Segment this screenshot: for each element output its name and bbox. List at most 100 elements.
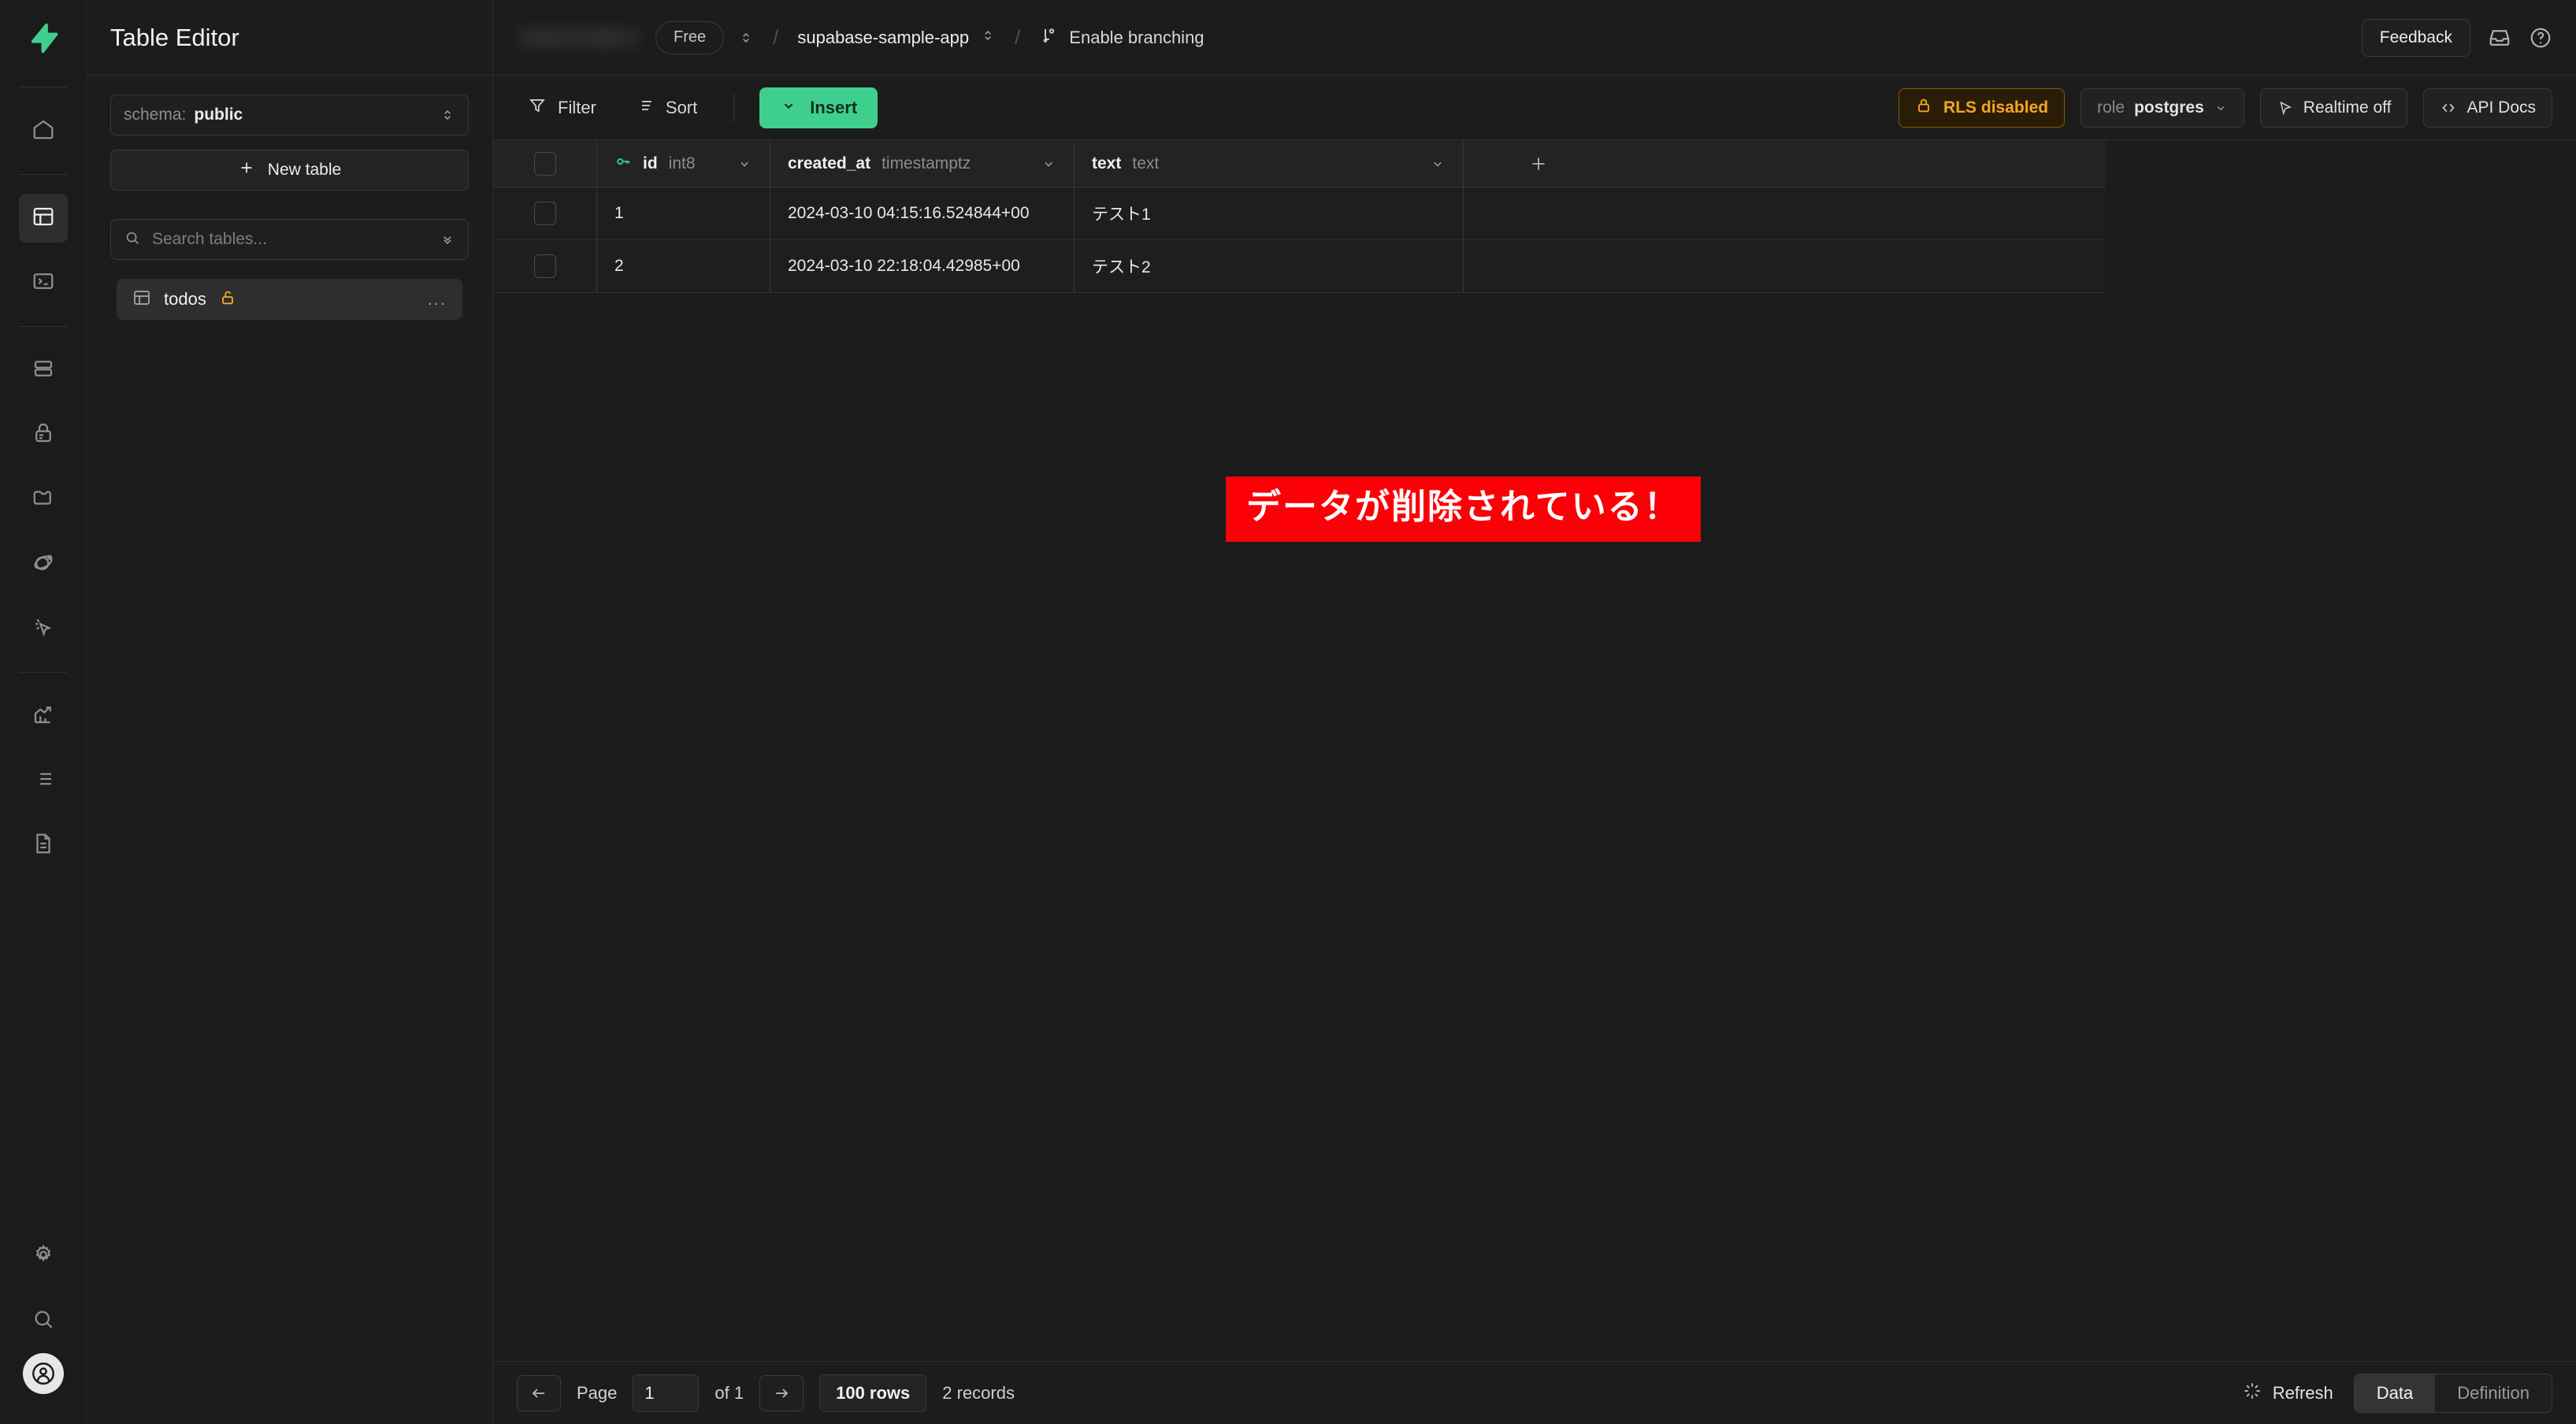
cell-id[interactable]: 1 bbox=[597, 187, 770, 239]
refresh-button[interactable]: Refresh bbox=[2243, 1381, 2333, 1405]
rail-item-search[interactable] bbox=[19, 1296, 68, 1345]
new-table-button[interactable]: New table bbox=[110, 150, 469, 191]
supabase-logo[interactable] bbox=[0, 0, 86, 76]
chevron-down-icon[interactable] bbox=[737, 156, 752, 172]
tab-data[interactable]: Data bbox=[2354, 1374, 2436, 1412]
unlocked-padlock-icon bbox=[219, 289, 236, 310]
org-chevron-up-down-icon[interactable] bbox=[738, 30, 754, 46]
help-circle-icon[interactable] bbox=[2529, 26, 2552, 50]
rail-item-table-editor[interactable] bbox=[18, 194, 68, 243]
column-type: text bbox=[1132, 154, 1160, 172]
add-column-button[interactable] bbox=[1464, 140, 1613, 187]
breadcrumb-separator: / bbox=[1015, 25, 1021, 49]
row-checkbox[interactable] bbox=[533, 254, 556, 278]
realtime-label: Realtime off bbox=[2303, 98, 2392, 117]
row-select-cell[interactable] bbox=[493, 187, 597, 239]
rail-item-home[interactable] bbox=[19, 106, 68, 155]
view-mode-toggle: Data Definition bbox=[2353, 1373, 2552, 1413]
enable-branching-label: Enable branching bbox=[1069, 27, 1204, 47]
toolbar-right-actions: RLS disabled role postgres Realtime off bbox=[1899, 87, 2552, 128]
rls-disabled-button[interactable]: RLS disabled bbox=[1899, 87, 2066, 128]
rail-item-logs[interactable] bbox=[19, 756, 68, 805]
search-tables-input[interactable] bbox=[152, 230, 429, 249]
toolbar-divider bbox=[733, 93, 735, 122]
table-row[interactable]: 2 2024-03-10 22:18:04.42985+00 テスト2 bbox=[493, 240, 2106, 293]
select-all-header-cell[interactable] bbox=[493, 140, 597, 187]
top-bar: Free / supabase-sample-app / Enable bran… bbox=[493, 0, 2576, 76]
enable-branching-button[interactable]: Enable branching bbox=[1039, 26, 1204, 50]
cell-text[interactable]: テスト2 bbox=[1075, 240, 1464, 292]
table-list-item-todos[interactable]: todos ... bbox=[117, 279, 462, 320]
folder-icon bbox=[32, 486, 55, 514]
breadcrumb-project[interactable]: supabase-sample-app bbox=[797, 28, 996, 48]
home-icon bbox=[32, 117, 55, 145]
tab-definition[interactable]: Definition bbox=[2435, 1374, 2552, 1412]
rail-item-reports[interactable] bbox=[19, 692, 68, 740]
list-icon bbox=[32, 767, 55, 795]
rail-item-authentication[interactable] bbox=[19, 410, 68, 459]
annotation-banner: データが削除されている！ bbox=[1226, 477, 1701, 542]
feedback-button[interactable]: Feedback bbox=[2361, 18, 2470, 57]
table-icon bbox=[32, 205, 55, 232]
grid-header-row: id int8 created_at timestamptz text text bbox=[493, 140, 2106, 187]
breadcrumb-separator: / bbox=[773, 25, 779, 49]
column-type: timestamptz bbox=[882, 154, 971, 172]
rail-item-settings[interactable] bbox=[19, 1232, 68, 1281]
search-icon bbox=[124, 229, 141, 250]
filter-button[interactable]: Filter bbox=[517, 89, 607, 127]
cell-text[interactable]: テスト1 bbox=[1075, 187, 1464, 239]
realtime-toggle-button[interactable]: Realtime off bbox=[2259, 87, 2408, 128]
rail-item-realtime[interactable] bbox=[19, 604, 68, 653]
row-checkbox[interactable] bbox=[533, 202, 556, 225]
grid-footer: Page of 1 100 rows 2 records Refresh Dat… bbox=[493, 1361, 2576, 1424]
avatar[interactable] bbox=[22, 1353, 64, 1394]
chevron-double-down-icon[interactable] bbox=[440, 232, 455, 247]
sort-label: Sort bbox=[665, 97, 698, 117]
row-select-cell[interactable] bbox=[493, 240, 597, 292]
plan-badge[interactable]: Free bbox=[655, 20, 725, 54]
cell-id[interactable]: 2 bbox=[597, 240, 770, 292]
organization-name-redacted[interactable] bbox=[517, 26, 641, 49]
insert-button[interactable]: Insert bbox=[759, 87, 878, 128]
rail-item-api-docs[interactable] bbox=[19, 821, 68, 870]
project-chevron-up-down-icon bbox=[980, 28, 996, 48]
refresh-label: Refresh bbox=[2272, 1382, 2333, 1403]
select-all-checkbox[interactable] bbox=[533, 151, 556, 176]
rail-item-sql-editor[interactable] bbox=[19, 258, 68, 307]
arrow-left-icon bbox=[532, 1388, 544, 1398]
chevron-up-down-icon bbox=[440, 107, 455, 123]
rows-per-page-button[interactable]: 100 rows bbox=[819, 1374, 927, 1412]
filter-label: Filter bbox=[558, 97, 596, 117]
table-icon bbox=[132, 288, 151, 311]
rls-label: RLS disabled bbox=[1943, 98, 2049, 117]
schema-selector[interactable]: schema: public bbox=[110, 95, 469, 135]
rail-item-storage[interactable] bbox=[19, 475, 68, 524]
record-count-label: 2 records bbox=[942, 1382, 1015, 1403]
search-tables-box[interactable] bbox=[110, 219, 469, 260]
rail-item-edge-functions[interactable] bbox=[19, 540, 68, 588]
panel-body: schema: public New table Search tables..… bbox=[87, 76, 492, 320]
chevron-down-icon[interactable] bbox=[1430, 156, 1446, 172]
column-header-created-at[interactable]: created_at timestamptz bbox=[770, 140, 1075, 187]
chevron-down-icon[interactable] bbox=[1041, 156, 1056, 172]
table-row[interactable]: 1 2024-03-10 04:15:16.524844+00 テスト1 bbox=[493, 187, 2106, 240]
row-spacer-cell bbox=[1464, 187, 1613, 239]
api-docs-button[interactable]: API Docs bbox=[2423, 87, 2552, 128]
primary-key-icon bbox=[614, 153, 632, 175]
sort-button[interactable]: Sort bbox=[625, 89, 708, 127]
previous-page-button[interactable] bbox=[517, 1374, 561, 1411]
rail-item-database[interactable] bbox=[19, 346, 68, 395]
inbox-icon[interactable] bbox=[2488, 26, 2511, 50]
project-name: supabase-sample-app bbox=[797, 27, 970, 47]
next-page-button[interactable] bbox=[759, 1374, 804, 1411]
lock-icon bbox=[32, 421, 55, 449]
role-selector[interactable]: role postgres bbox=[2080, 87, 2244, 128]
sort-icon bbox=[636, 96, 655, 120]
cell-created-at[interactable]: 2024-03-10 04:15:16.524844+00 bbox=[770, 187, 1075, 239]
table-row-menu-button[interactable]: ... bbox=[428, 289, 447, 310]
page-number-input[interactable] bbox=[633, 1374, 700, 1412]
cell-created-at[interactable]: 2024-03-10 22:18:04.42985+00 bbox=[770, 240, 1075, 292]
page-total-label: of 1 bbox=[715, 1382, 744, 1403]
column-header-text[interactable]: text text bbox=[1075, 140, 1464, 187]
column-header-id[interactable]: id int8 bbox=[597, 140, 770, 187]
